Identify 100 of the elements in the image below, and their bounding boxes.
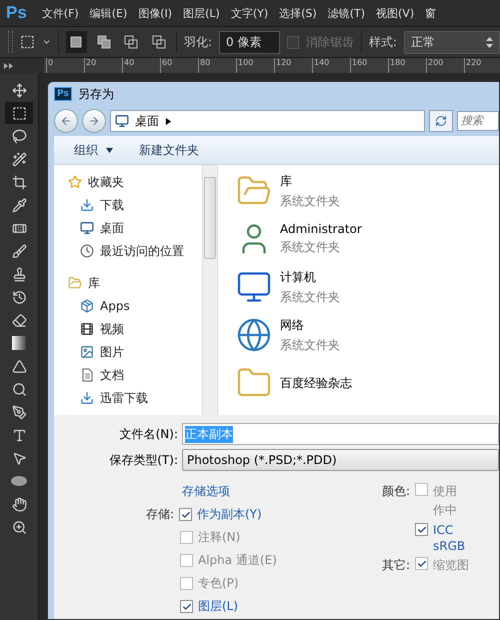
save-options-link[interactable]: 存储选项 (54, 483, 370, 500)
option-label: 作为副本(Y) (197, 506, 262, 523)
option-label: 缩览图 (433, 557, 469, 574)
option-label: sRGB (433, 539, 466, 553)
move-arrows-icon (12, 82, 26, 98)
menu-item[interactable]: 选择(S) (279, 6, 317, 20)
magic-wand-icon (12, 152, 26, 166)
selection-mode-button[interactable] (66, 31, 86, 53)
text-icon (12, 428, 26, 442)
film-icon (80, 322, 94, 336)
monitor-icon (115, 114, 129, 128)
app-icon: Ps (54, 87, 72, 101)
download-icon (80, 198, 94, 212)
file-item[interactable]: Administrator 系统文件夹 (236, 217, 499, 261)
up-down-arrows-icon (486, 36, 493, 48)
nav-group[interactable]: 库 (68, 272, 202, 294)
back-button[interactable] (54, 109, 78, 133)
ellipse-icon (10, 475, 28, 487)
globe-icon (236, 317, 272, 353)
checkbox[interactable] (179, 508, 192, 521)
marquee-tool-button[interactable] (5, 102, 33, 124)
selection-mode-icon (122, 33, 140, 51)
forward-button[interactable] (82, 109, 106, 133)
nav-item[interactable]: 迅雷下载 (68, 387, 202, 409)
triangle-icon (12, 358, 26, 374)
nav-item[interactable]: 最近访问的位置 (68, 240, 202, 262)
selection-mode-icon (94, 33, 113, 51)
file-item[interactable]: 计算机 系统文件夹 (236, 265, 499, 309)
scrollbar[interactable] (202, 165, 217, 415)
option-label: 使用 (433, 483, 457, 500)
refresh-icon (435, 115, 447, 127)
nav-item[interactable]: 视频 (68, 318, 202, 340)
marquee-icon[interactable] (20, 34, 35, 50)
filename-label: 文件名(N): (118, 426, 178, 442)
new-folder-button[interactable]: 新建文件夹 (139, 142, 199, 158)
clock-arrow-icon (12, 290, 26, 304)
menu-item[interactable]: 窗 (425, 6, 436, 20)
checkbox[interactable] (415, 523, 428, 536)
option-label: ICC (433, 523, 454, 537)
triangle-icon (165, 118, 172, 124)
menu-item[interactable]: 文件(F) (42, 6, 79, 20)
package-icon (80, 299, 94, 313)
ruler: 0 20 40 60 80 100 120 140 160 180 200 220 (44, 58, 500, 73)
menu-item[interactable]: 文字(Y) (230, 6, 268, 20)
file-item[interactable]: 库 系统文件夹 (236, 169, 499, 213)
hand-icon (12, 496, 26, 512)
pointer-icon (12, 450, 26, 466)
gradient-icon (12, 336, 26, 350)
nav-item[interactable]: 桌面 (68, 217, 202, 239)
feather-field[interactable]: 0 像素 (219, 30, 280, 54)
style-label: 样式: (368, 34, 397, 50)
option-label: 注释(N) (198, 529, 240, 546)
feather-label: 羽化: (184, 34, 212, 50)
option-label: 专色(P) (198, 575, 239, 592)
star-icon (68, 175, 82, 189)
brush-icon (12, 244, 26, 258)
search-field[interactable]: 搜索 (457, 111, 499, 131)
file-item[interactable]: 百度经验杂志 (236, 361, 499, 405)
eraser-icon (12, 312, 26, 328)
color-label: 颜色: (380, 483, 410, 500)
style-select[interactable]: 正常 (404, 30, 500, 54)
caret-icon (106, 146, 113, 154)
nav-item[interactable]: 图片 (68, 341, 202, 363)
marquee-icon (12, 106, 26, 120)
option-label: 作中 (433, 502, 457, 519)
menu-item[interactable]: 图像(I) (138, 6, 172, 20)
folder-icon (68, 276, 82, 290)
eyedropper-icon (12, 198, 26, 212)
menu-item[interactable]: 视图(V) (376, 6, 414, 20)
menu-item[interactable]: 编辑(E) (90, 6, 128, 20)
save-type-select[interactable]: Photoshop (*.PSD;*.PDD) (182, 449, 499, 471)
stamp-icon (12, 266, 26, 282)
pen-icon (12, 404, 26, 420)
menu-item[interactable]: 图层(L) (183, 6, 220, 20)
checkbox[interactable] (180, 600, 193, 613)
option-label: Alpha 通道(E) (198, 552, 277, 569)
lasso-icon (12, 128, 26, 144)
nav-item[interactable]: 文档 (68, 364, 202, 386)
selection-mode-icon (150, 33, 168, 51)
menu-item[interactable]: 滤镜(T) (328, 6, 366, 20)
forward-icon (88, 115, 100, 127)
refresh-button[interactable] (429, 110, 453, 132)
zoom-icon (12, 520, 26, 534)
file-item[interactable]: 网络 系统文件夹 (236, 313, 499, 357)
address-bar[interactable]: 桌面 (110, 110, 425, 132)
save-label: 存储: (144, 506, 174, 523)
back-icon (60, 115, 72, 127)
other-label: 其它: (380, 557, 410, 574)
nav-item[interactable]: 下载 (68, 194, 202, 216)
antialias-label: 消除锯齿 (306, 34, 354, 50)
dialog-title: 另存为 (78, 86, 114, 102)
nav-group[interactable]: 收藏夹 (68, 171, 202, 193)
document-icon (80, 368, 94, 382)
app-logo: Ps (6, 3, 27, 23)
monitor-icon (80, 221, 94, 235)
nav-item[interactable]: Apps (68, 295, 202, 317)
crop-icon (12, 174, 26, 190)
organize-button[interactable]: 组织 (74, 142, 113, 158)
download-icon (80, 391, 94, 405)
double-arrow-icon[interactable] (4, 62, 14, 68)
